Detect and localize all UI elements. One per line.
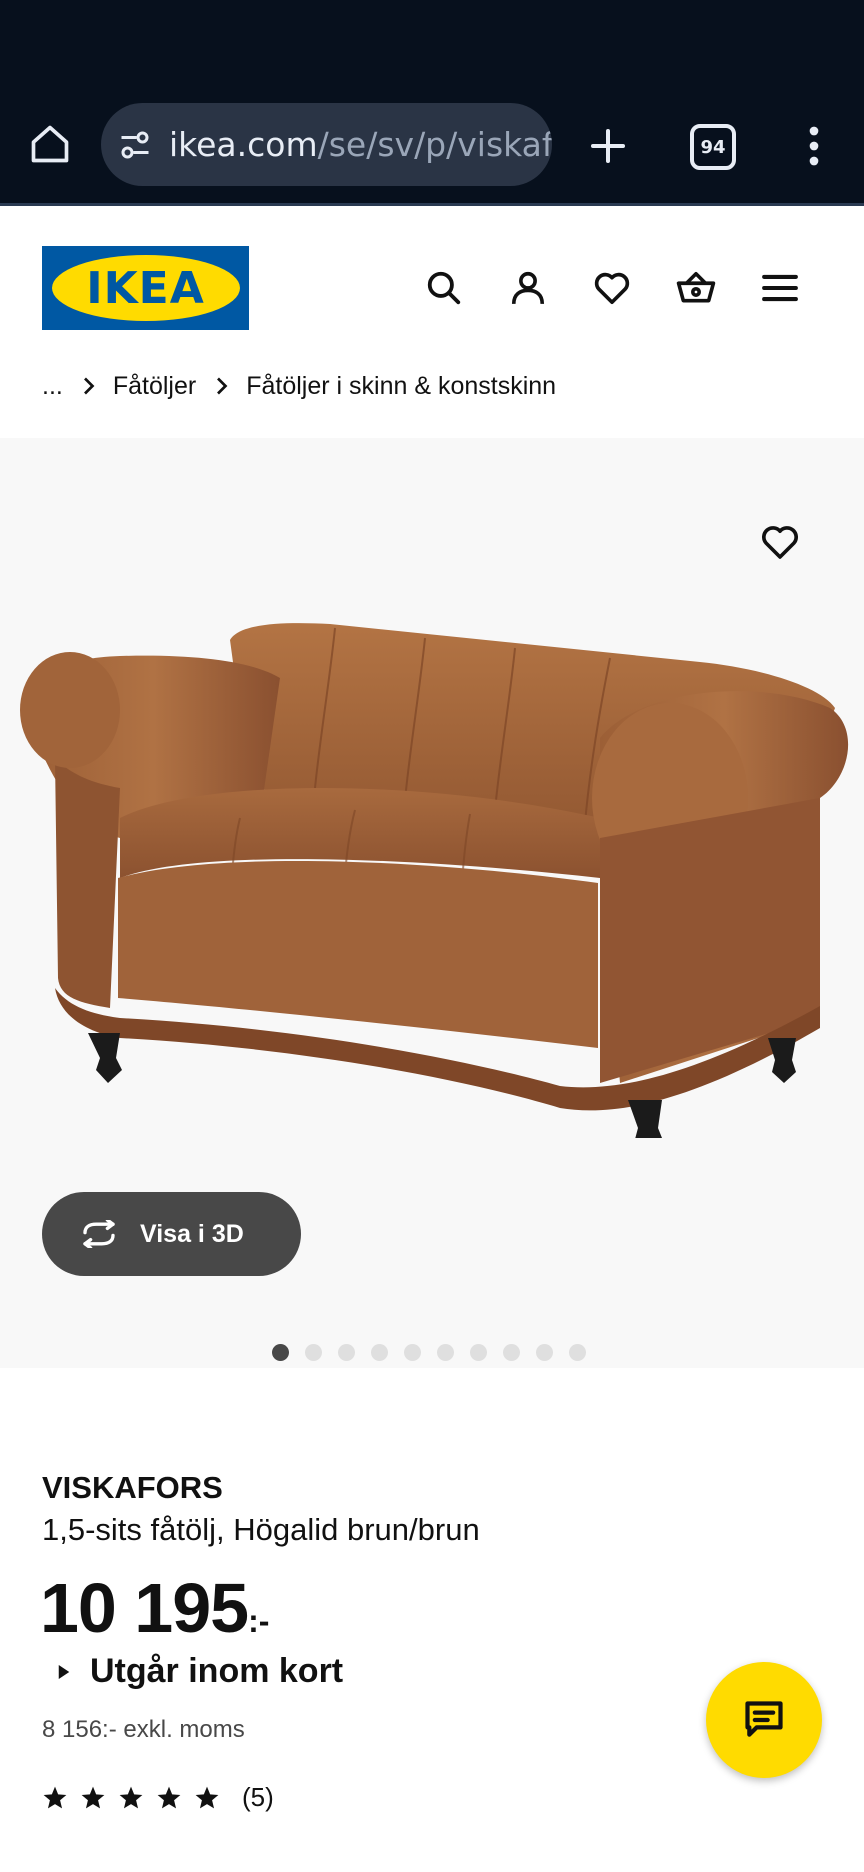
availability-text: Utgår inom kort [90, 1652, 344, 1690]
logo-oval: IKEA [51, 255, 240, 321]
chevron-right-icon [81, 377, 95, 395]
gallery-dot[interactable] [503, 1344, 520, 1361]
breadcrumb-item-armchairs[interactable]: Fåtöljer [113, 372, 196, 401]
cart-icon[interactable] [674, 266, 718, 310]
star-icon [80, 1785, 106, 1811]
home-icon[interactable] [22, 116, 78, 172]
review-count: (5) [242, 1782, 274, 1812]
heart-icon[interactable] [590, 266, 634, 310]
logo-text: IKEA [86, 262, 205, 314]
rotate-3d-icon [83, 1220, 115, 1248]
gallery-dot[interactable] [569, 1344, 586, 1361]
star-icon [194, 1785, 220, 1811]
browser-toolbar: ikea.com/se/sv/p/viskafo 94 [0, 0, 864, 206]
price-excl-vat: 8 156:- exkl. moms [42, 1716, 245, 1743]
price-suffix: :- [248, 1603, 270, 1639]
menu-icon[interactable] [758, 266, 802, 310]
url-path: /se/sv/p/viskafo [317, 125, 552, 164]
new-tab-plus-icon[interactable] [580, 118, 636, 174]
site-settings-icon[interactable] [117, 127, 153, 163]
breadcrumb: ... Fåtöljer Fåtöljer i skinn & konstski… [42, 368, 556, 404]
star-icon [118, 1785, 144, 1811]
gallery-dot[interactable] [305, 1344, 322, 1361]
rating-summary[interactable]: (5) [42, 1782, 274, 1813]
breadcrumb-item-leather-armchairs[interactable]: Fåtöljer i skinn & konstskinn [246, 372, 556, 401]
more-options-icon[interactable] [792, 118, 836, 174]
add-to-favourites-heart-icon[interactable] [756, 518, 804, 566]
gallery-dot[interactable] [470, 1344, 487, 1361]
tab-count: 94 [700, 136, 726, 158]
tab-switcher-button[interactable]: 94 [690, 124, 736, 170]
availability-toggle[interactable]: Utgår inom kort [58, 1652, 343, 1691]
gallery-pagination-dots[interactable] [272, 1344, 586, 1361]
view-in-3d-label: Visa i 3D [140, 1219, 244, 1248]
url-text: ikea.com/se/sv/p/viskafo [169, 125, 552, 164]
product-name: VISKAFORS [42, 1470, 223, 1505]
star-icon [42, 1785, 68, 1811]
gallery-dot[interactable] [338, 1344, 355, 1361]
gallery-dot[interactable] [404, 1344, 421, 1361]
gallery-dot[interactable] [272, 1344, 289, 1361]
ikea-logo[interactable]: IKEA [42, 246, 249, 330]
url-host: ikea.com [169, 125, 318, 164]
user-icon[interactable] [506, 266, 550, 310]
gallery-dot[interactable] [371, 1344, 388, 1361]
product-description: 1,5-sits fåtölj, Högalid brun/brun [42, 1512, 480, 1547]
gallery-dot[interactable] [536, 1344, 553, 1361]
chat-icon [745, 1701, 783, 1737]
url-bar[interactable]: ikea.com/se/sv/p/viskafo [101, 103, 552, 186]
product-image-armchair [20, 623, 849, 1138]
star-icon [156, 1785, 182, 1811]
gallery-dot[interactable] [437, 1344, 454, 1361]
product-price: 10 195:- [40, 1568, 269, 1648]
product-image-gallery[interactable]: Visa i 3D [0, 438, 864, 1368]
search-icon[interactable] [422, 266, 466, 310]
chat-button[interactable] [706, 1662, 822, 1778]
breadcrumb-ellipsis[interactable]: ... [42, 372, 63, 401]
chevron-right-icon [214, 377, 228, 395]
caret-right-icon [58, 1664, 70, 1679]
view-in-3d-button[interactable]: Visa i 3D [42, 1192, 301, 1276]
price-amount: 10 195 [40, 1569, 249, 1647]
